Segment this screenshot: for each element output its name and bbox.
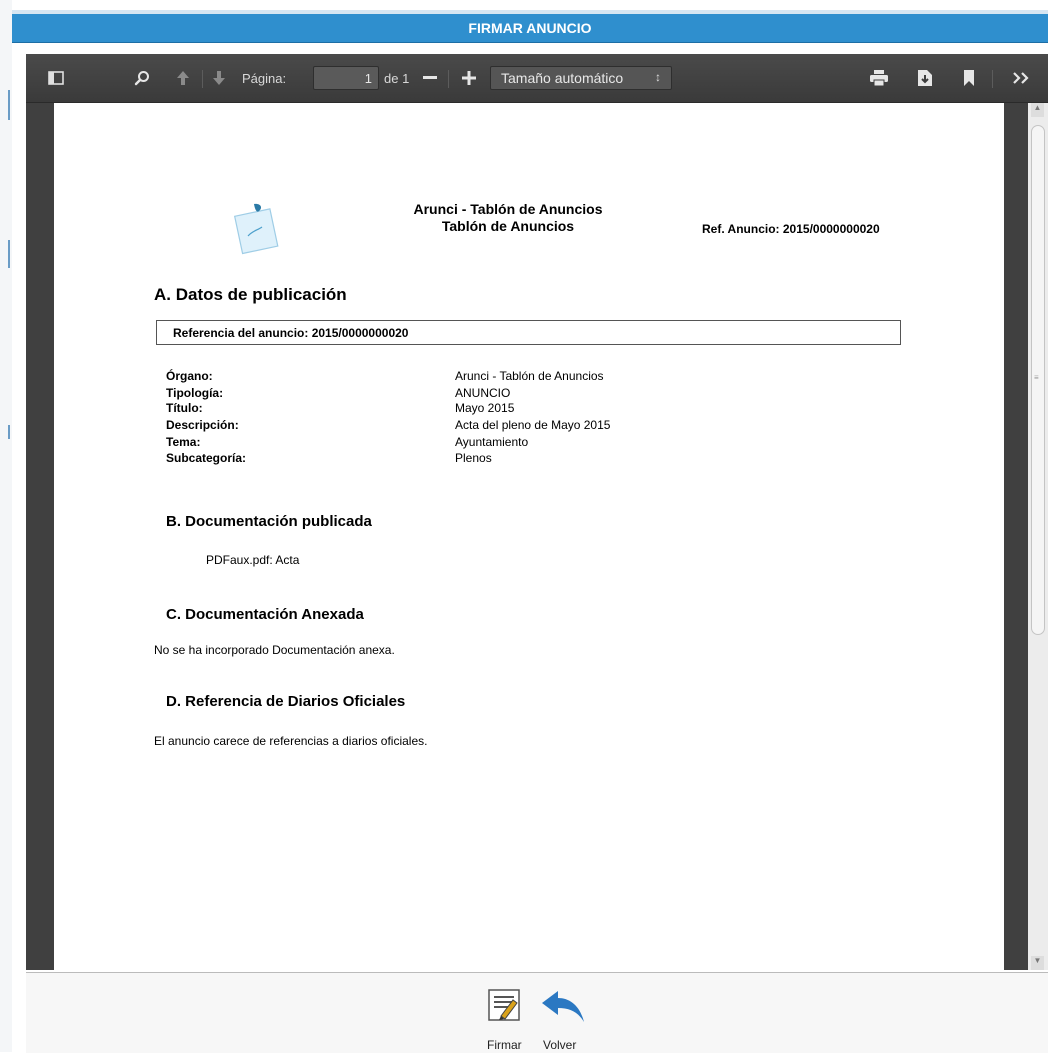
- header-line-1: Arunci - Tablón de Anuncios: [413, 201, 603, 217]
- ref-anuncio-header: Ref. Anuncio: 2015/0000000020: [702, 222, 880, 236]
- section-a-title: A. Datos de publicación: [154, 285, 347, 304]
- background-page-edge: [0, 0, 12, 1052]
- download-icon[interactable]: [910, 54, 940, 102]
- field-value: Ayuntamiento: [455, 435, 529, 449]
- select-caret-icon: ↕: [655, 70, 661, 84]
- pdf-toolbar: Página: de 1 Tamaño automático ↕: [26, 54, 1048, 103]
- background-mark: [8, 240, 10, 268]
- background-mark: [8, 425, 10, 439]
- toolbar-divider: [448, 70, 449, 88]
- field-value: Acta del pleno de Mayo 2015: [455, 418, 611, 432]
- bookmark-icon[interactable]: [954, 54, 984, 102]
- page-number-input[interactable]: [313, 66, 379, 90]
- field-value: Plenos: [455, 451, 492, 465]
- search-icon[interactable]: [128, 54, 156, 102]
- arrow-down-icon[interactable]: [206, 54, 232, 102]
- field-label: Órgano:: [166, 369, 213, 383]
- more-tools-icon[interactable]: [1006, 54, 1036, 102]
- field-label: Tema:: [166, 435, 201, 449]
- field-value: Arunci - Tablón de Anuncios: [455, 369, 604, 383]
- document-header: Arunci - Tablón de Anuncios Tablón de An…: [378, 201, 638, 235]
- published-document-item: PDFaux.pdf: Acta: [206, 553, 300, 567]
- section-d-text: El anuncio carece de referencias a diari…: [154, 734, 428, 748]
- field-label: Título:: [166, 401, 203, 415]
- arrow-up-icon[interactable]: [170, 54, 196, 102]
- zoom-select-value: Tamaño automático: [501, 70, 624, 86]
- sign-label[interactable]: Firmar: [487, 1038, 522, 1052]
- zoom-out-icon[interactable]: [418, 54, 442, 102]
- viewer-scrollbar[interactable]: ▲ ≡ ▼: [1028, 103, 1048, 970]
- back-arrow-icon: [542, 991, 584, 1022]
- zoom-select[interactable]: Tamaño automático ↕: [490, 66, 672, 90]
- field-label: Subcategoría:: [166, 451, 247, 465]
- section-d-title: D. Referencia de Diarios Oficiales: [166, 693, 406, 710]
- print-icon[interactable]: [864, 54, 894, 102]
- back-label[interactable]: Volver: [543, 1038, 576, 1052]
- sign-button[interactable]: [487, 988, 521, 1027]
- zoom-in-icon[interactable]: [456, 54, 482, 102]
- scroll-grip-icon: ≡: [1034, 373, 1039, 382]
- header-line-2: Tablón de Anuncios: [441, 218, 575, 234]
- sidebar-toggle-icon[interactable]: [42, 54, 70, 102]
- dialog-title: FIRMAR ANUNCIO: [12, 14, 1048, 43]
- sign-document-icon: [488, 989, 520, 1021]
- dialog-actions: [26, 972, 1048, 1053]
- section-c-text: No se ha incorporado Documentación anexa…: [154, 643, 395, 657]
- back-button[interactable]: [540, 990, 586, 1029]
- toolbar-divider: [202, 70, 203, 88]
- toolbar-divider: [992, 70, 993, 88]
- background-mark: [8, 90, 10, 120]
- scroll-up-icon[interactable]: ▲: [1031, 103, 1044, 117]
- reference-box: Referencia del anuncio: 2015/0000000020: [156, 320, 901, 345]
- tablon-logo-icon: [228, 196, 286, 263]
- field-label: Descripción:: [166, 418, 239, 432]
- scroll-down-icon[interactable]: ▼: [1031, 956, 1044, 970]
- section-b-title: B. Documentación publicada: [166, 513, 372, 530]
- section-c-title: C. Documentación Anexada: [166, 606, 364, 623]
- field-value: Mayo 2015: [455, 401, 515, 415]
- page-label: Página:: [242, 70, 287, 86]
